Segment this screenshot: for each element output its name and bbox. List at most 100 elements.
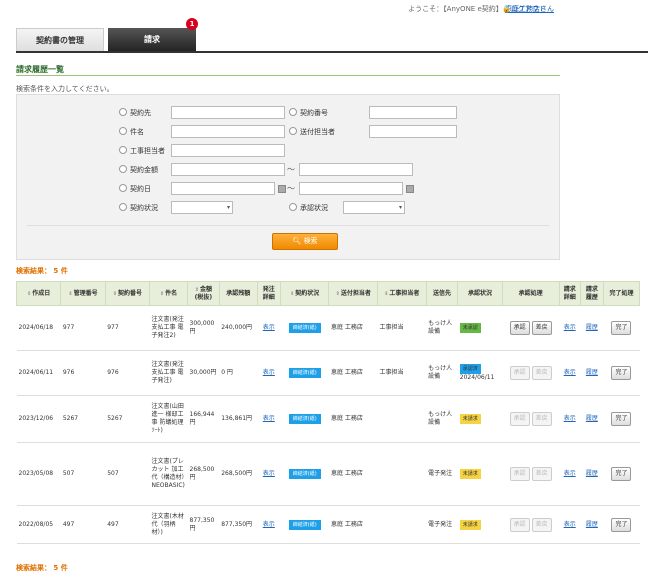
approval-status-select[interactable]: ▾	[343, 201, 405, 214]
approve-button[interactable]: 承認	[509, 412, 530, 426]
contractor-input[interactable]	[171, 106, 285, 119]
bill-history-link[interactable]: 履歴	[586, 521, 598, 528]
bill-detail-link[interactable]: 表示	[564, 470, 576, 477]
cell-date: 2023/05/08	[16, 442, 61, 506]
cell-contract-status: 締結済(紙)	[280, 442, 329, 506]
cell-destination: もっけ人設備	[426, 395, 458, 443]
cell-bill-history: 履歴	[580, 350, 604, 396]
cell-date: 2023/12/06	[16, 395, 61, 443]
page-title: 請求履歴一覧	[16, 65, 64, 74]
cell-subject: 注文書(発注支払工事 電子発注2)	[149, 305, 188, 351]
cell-contract-status: 締結済(紙)	[280, 395, 329, 443]
order-detail-link[interactable]: 表示	[263, 369, 275, 376]
column-header: 承認残額	[218, 281, 258, 306]
table-row: 2024/06/11 976 976 注文書(発注支払工事 電子発注) 30,000円 0…	[16, 350, 640, 396]
cell-subject: 注文書(木材代（羽柄材）)	[149, 505, 188, 544]
approve-button[interactable]: 承認	[509, 467, 530, 481]
logout-area: 🔒ログアウト	[502, 4, 562, 14]
column-header: 請求 詳細	[558, 281, 581, 306]
column-header[interactable]: 契約状況	[279, 281, 330, 306]
approve-button[interactable]: 承認	[509, 321, 530, 335]
bill-history-link[interactable]: 履歴	[586, 369, 598, 376]
cell-mgmt-no: 507	[60, 442, 106, 506]
reject-button[interactable]: 差戻	[531, 412, 552, 426]
cell-approval-status: 未請求	[457, 442, 503, 506]
complete-button[interactable]: 完了	[611, 366, 632, 380]
cell-approval-actions: 承認 差戻	[502, 305, 560, 351]
cell-subject: 注文書(山田 進一 様邸工事 防蟻処理 ｿｰﾄ)	[149, 395, 188, 443]
search-icon	[119, 203, 127, 211]
search-button[interactable]: 🔍︎ 検索	[272, 233, 338, 250]
cell-order-detail: 表示	[257, 305, 281, 351]
status-badge: 締結済(紙)	[288, 323, 321, 333]
cell-approval-actions: 承認 差戻	[502, 505, 560, 544]
cell-complete: 完了	[603, 442, 640, 506]
amount-to-input[interactable]	[299, 163, 413, 176]
reject-button[interactable]: 差戻	[531, 321, 552, 335]
cell-destination: 電子発注	[426, 442, 458, 506]
column-header[interactable]: 契約番号	[104, 281, 151, 306]
contract-status-select[interactable]: ▾	[171, 201, 233, 214]
label-approval-status: 承認状況	[289, 203, 328, 213]
bill-history-link[interactable]: 履歴	[586, 324, 598, 331]
column-header[interactable]: 送付担当者	[328, 281, 379, 306]
search-icon	[289, 203, 297, 211]
sender-input[interactable]	[369, 125, 457, 138]
cell-bill-history: 履歴	[580, 305, 604, 351]
status-badge: 締結済(紙)	[288, 469, 321, 479]
calendar-icon[interactable]	[406, 185, 414, 193]
column-header[interactable]: 作成日	[15, 281, 62, 306]
tab-billing-label: 請求	[144, 35, 160, 44]
cell-contract-no: 507	[105, 442, 150, 506]
complete-button[interactable]: 完了	[611, 517, 632, 532]
bill-detail-link[interactable]: 表示	[564, 369, 576, 376]
subject-input[interactable]	[171, 125, 285, 138]
reject-button[interactable]: 差戻	[531, 366, 552, 380]
cell-bill-detail: 表示	[559, 350, 581, 396]
date-from-input[interactable]	[171, 182, 275, 195]
bill-detail-link[interactable]: 表示	[564, 521, 576, 528]
column-header[interactable]: 件名	[149, 281, 189, 306]
bill-history-link[interactable]: 履歴	[586, 470, 598, 477]
approve-button[interactable]: 承認	[509, 517, 530, 532]
amount-from-input[interactable]	[171, 163, 285, 176]
date-to-input[interactable]	[299, 182, 403, 195]
order-detail-link[interactable]: 表示	[263, 521, 275, 528]
order-detail-link[interactable]: 表示	[263, 470, 275, 477]
logout-link[interactable]: ログアウト	[511, 5, 546, 13]
tab-contract-management[interactable]: 契約書の管理	[16, 28, 104, 52]
search-hint: 検索条件を入力してください。	[16, 85, 114, 93]
complete-button[interactable]: 完了	[611, 412, 632, 426]
calendar-icon[interactable]	[278, 185, 286, 193]
cell-order-detail: 表示	[257, 505, 281, 544]
bill-detail-link[interactable]: 表示	[564, 415, 576, 422]
cell-builder: 工事担当	[377, 350, 427, 396]
column-header[interactable]: 工事担当者	[377, 281, 427, 306]
column-header[interactable]: 管理番号	[60, 281, 106, 306]
table-row: 2022/08/05 497 497 注文書(木材代（羽柄材）) 877,350円 877…	[16, 505, 640, 544]
construction-person-input[interactable]	[171, 144, 285, 157]
reject-button[interactable]: 差戻	[531, 517, 552, 532]
complete-button[interactable]: 完了	[611, 321, 632, 335]
cell-builder: 工事担当	[377, 305, 427, 351]
column-header[interactable]: 金額 (税抜)	[187, 281, 220, 306]
cell-sender: 恵庭 工務店	[328, 442, 378, 506]
approval-badge: 未請求	[459, 469, 481, 479]
cell-destination: もっけ人設備	[426, 305, 458, 351]
cell-amount: 268,500円	[187, 442, 220, 506]
order-detail-link[interactable]: 表示	[263, 415, 275, 422]
order-detail-link[interactable]: 表示	[263, 324, 275, 331]
cell-contract-no: 5267	[105, 395, 150, 443]
tab-billing[interactable]: 請求	[108, 28, 196, 52]
label-subject: 件名	[119, 127, 144, 137]
reject-button[interactable]: 差戻	[531, 467, 552, 481]
cell-bill-history: 履歴	[580, 442, 604, 506]
complete-button[interactable]: 完了	[611, 467, 632, 481]
chevron-down-icon: ▾	[398, 204, 402, 211]
contract-no-input[interactable]	[369, 106, 457, 119]
bill-detail-link[interactable]: 表示	[564, 324, 576, 331]
label-contract-status: 契約状況	[119, 203, 158, 213]
search-icon	[289, 127, 297, 135]
bill-history-link[interactable]: 履歴	[586, 415, 598, 422]
approve-button[interactable]: 承認	[509, 366, 530, 380]
